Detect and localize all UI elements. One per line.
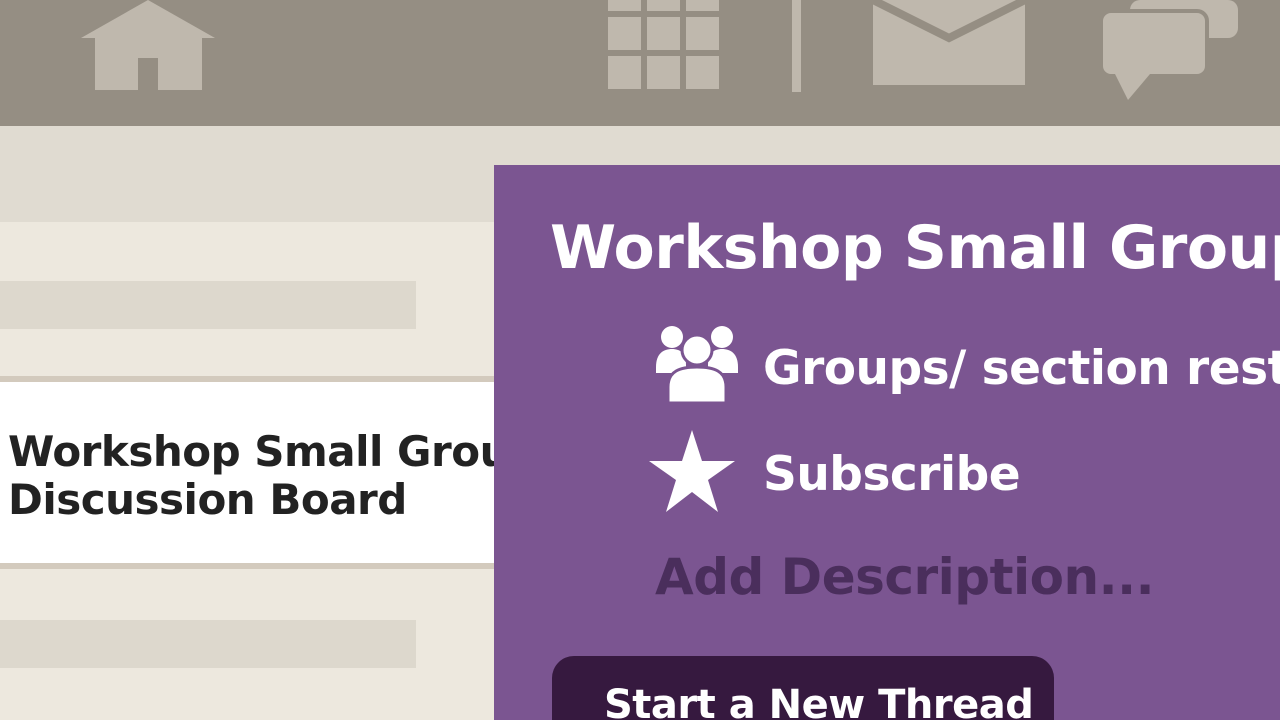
toolbar-divider bbox=[792, 0, 801, 92]
discussion-board-title: Workshop Small Groups Discussion Board bbox=[8, 428, 494, 524]
grid-icon[interactable] bbox=[608, 0, 719, 89]
groups-icon bbox=[656, 326, 738, 403]
list-placeholder-bar bbox=[0, 620, 416, 668]
top-toolbar bbox=[0, 0, 1280, 126]
home-icon[interactable] bbox=[81, 0, 215, 90]
list-placeholder-bar bbox=[0, 281, 416, 329]
chat-icon[interactable] bbox=[1099, 0, 1238, 100]
add-description-placeholder[interactable]: Add Description... bbox=[655, 548, 1155, 606]
start-new-thread-button[interactable]: Start a New Thread bbox=[552, 656, 1054, 720]
subscribe-link[interactable]: Subscribe bbox=[763, 447, 1021, 502]
card-border bbox=[0, 563, 520, 569]
panel-title: Workshop Small Groups bbox=[550, 213, 1280, 283]
forum-detail-panel: Workshop Small Groups Groups/ section re… bbox=[494, 165, 1280, 720]
groups-restrictions-link[interactable]: Groups/ section restrictions bbox=[763, 341, 1280, 396]
start-new-thread-label: Start a New Thread bbox=[604, 682, 1034, 720]
mail-icon[interactable] bbox=[871, 0, 1027, 85]
star-icon[interactable] bbox=[649, 430, 735, 512]
